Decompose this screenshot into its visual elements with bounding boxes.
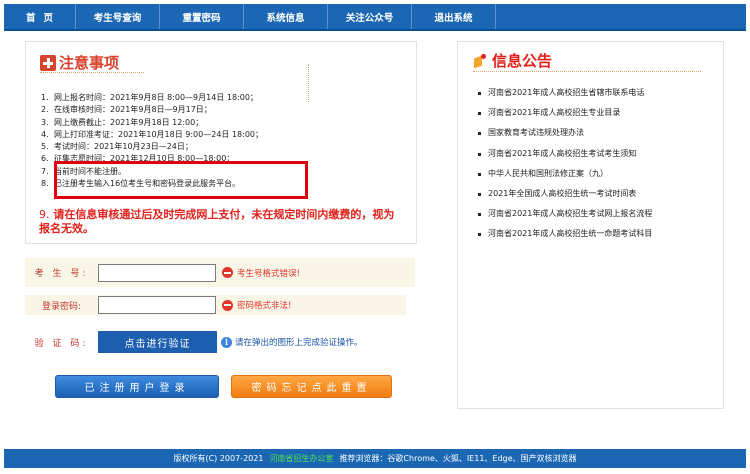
announcements-divider xyxy=(473,71,701,72)
bullet-icon xyxy=(478,233,481,237)
announcements-header: 信息公告 xyxy=(473,50,552,71)
bullet-icon xyxy=(478,152,481,156)
notice-item: 2. 在线审核时间：2021年9月8日—9月17日； xyxy=(41,105,212,115)
nav-reset-password[interactable]: 重置密码 xyxy=(160,4,244,29)
nav-logout[interactable]: 退出系统 xyxy=(412,4,496,29)
notice-item: 4. 网上打印准考证：2021年10月18日 9:00—24日 18:00； xyxy=(41,129,264,139)
notice-item: 5. 考试时间：2021年10月23日—24日； xyxy=(41,142,193,152)
forgot-password-reset-button[interactable]: 密码忘记点此重置 xyxy=(231,375,392,398)
exam-number-error: 考生号格式错误! xyxy=(237,268,300,279)
announcements-panel: 信息公告 河南省2021年成人高校招生省辖市联系电话 河南省2021年成人高校招… xyxy=(457,41,724,409)
plus-cross-icon xyxy=(40,54,56,71)
exam-number-row: 考 生 号: 考生号格式错误! xyxy=(25,258,415,287)
error-icon xyxy=(222,267,233,278)
announcement-link[interactable]: 河南省2021年成人高校招生统一命题考试科目 xyxy=(478,228,652,248)
captcha-verify-button[interactable]: 点击进行验证 xyxy=(98,331,217,353)
bullet-icon xyxy=(478,192,481,196)
red-highlight-box xyxy=(54,161,308,199)
notice-item: 1. 网上报名时间：2021年9月8日 8:00—9月14日 18:00； xyxy=(41,93,258,102)
nav-home[interactable]: 首页 xyxy=(4,4,76,29)
announcement-speaker-icon xyxy=(473,53,489,69)
announcement-link[interactable]: 河南省2021年成人高校招生省辖市联系电话 xyxy=(478,87,652,107)
announcement-link[interactable]: 河南省2021年成人高校招生专业目录 xyxy=(478,107,652,127)
nav-bar: 首页 考生号查询 重置密码 系统信息 关注公众号 退出系统 xyxy=(4,4,746,31)
notice-header: 注意事项 xyxy=(40,52,119,73)
footer-office-link[interactable]: 河南省招生办公室 xyxy=(269,453,333,464)
nav-system-info[interactable]: 系统信息 xyxy=(244,4,328,29)
announcement-link[interactable]: 中华人民共和国刑法修正案（九） xyxy=(478,168,652,188)
bullet-icon xyxy=(478,112,481,116)
exam-number-label: 考 生 号: xyxy=(34,269,89,279)
password-label: 登录密码: xyxy=(41,301,82,312)
notice-title-divider xyxy=(40,72,144,73)
captcha-row: 验 证 码: 点击进行验证 i 请在弹出的图形上完成验证操作。 xyxy=(25,330,363,354)
notice-vertical-divider xyxy=(308,64,309,102)
announcements-title: 信息公告 xyxy=(492,52,553,70)
top-navigation: 首页 考生号查询 重置密码 系统信息 关注公众号 退出系统 xyxy=(0,0,750,33)
exam-number-input[interactable] xyxy=(98,263,216,282)
nav-follow-official-account[interactable]: 关注公众号 xyxy=(328,4,412,29)
announcement-link[interactable]: 国家教育考试违规处理办法 xyxy=(478,127,652,147)
captcha-hint: 请在弹出的图形上完成验证操作。 xyxy=(235,338,363,348)
notice-title: 注意事项 xyxy=(59,54,120,72)
error-icon xyxy=(222,299,233,311)
info-icon: i xyxy=(221,336,232,348)
notice-item: 3. 网上缴费截止：2021年9月18日 12:00； xyxy=(41,117,204,127)
footer: 版权所有(C) 2007-2021 河南省招生办公室 推荐浏览器：谷歌Chrom… xyxy=(4,449,746,468)
payment-warning: 9. 请在信息审核通过后及时完成网上支付，未在规定时间内缴费的，视为报名无效。 xyxy=(39,208,395,235)
announcement-link[interactable]: 2021年全国成人高校招生统一考试时间表 xyxy=(478,188,652,208)
footer-browser-recommendation: 推荐浏览器：谷歌Chrome、火狐、IE11、Edge、国产双核浏览器 xyxy=(339,454,577,463)
password-error: 密码格式非法! xyxy=(237,301,292,311)
bullet-icon xyxy=(478,132,481,136)
captcha-label: 验 证 码: xyxy=(34,338,89,349)
announcement-link[interactable]: 河南省2021年成人高校招生考试考生须知 xyxy=(478,148,652,168)
announcements-list: 河南省2021年成人高校招生省辖市联系电话 河南省2021年成人高校招生专业目录… xyxy=(478,87,652,249)
notice-panel: 注意事项 1. 网上报名时间：2021年9月8日 8:00—9月14日 18:00… xyxy=(25,41,417,244)
password-input[interactable] xyxy=(98,296,216,314)
footer-copyright: 版权所有(C) 2007-2021 xyxy=(173,454,264,463)
bullet-icon xyxy=(478,172,481,176)
password-row: 登录密码: 密码格式非法! xyxy=(25,295,406,315)
announcement-link[interactable]: 河南省2021年成人高校招生考试网上报名流程 xyxy=(478,208,652,228)
nav-exam-number-query[interactable]: 考生号查询 xyxy=(76,4,160,29)
login-button[interactable]: 已注册用户登录 xyxy=(55,375,219,398)
bullet-icon xyxy=(478,213,481,217)
bullet-icon xyxy=(478,92,481,95)
